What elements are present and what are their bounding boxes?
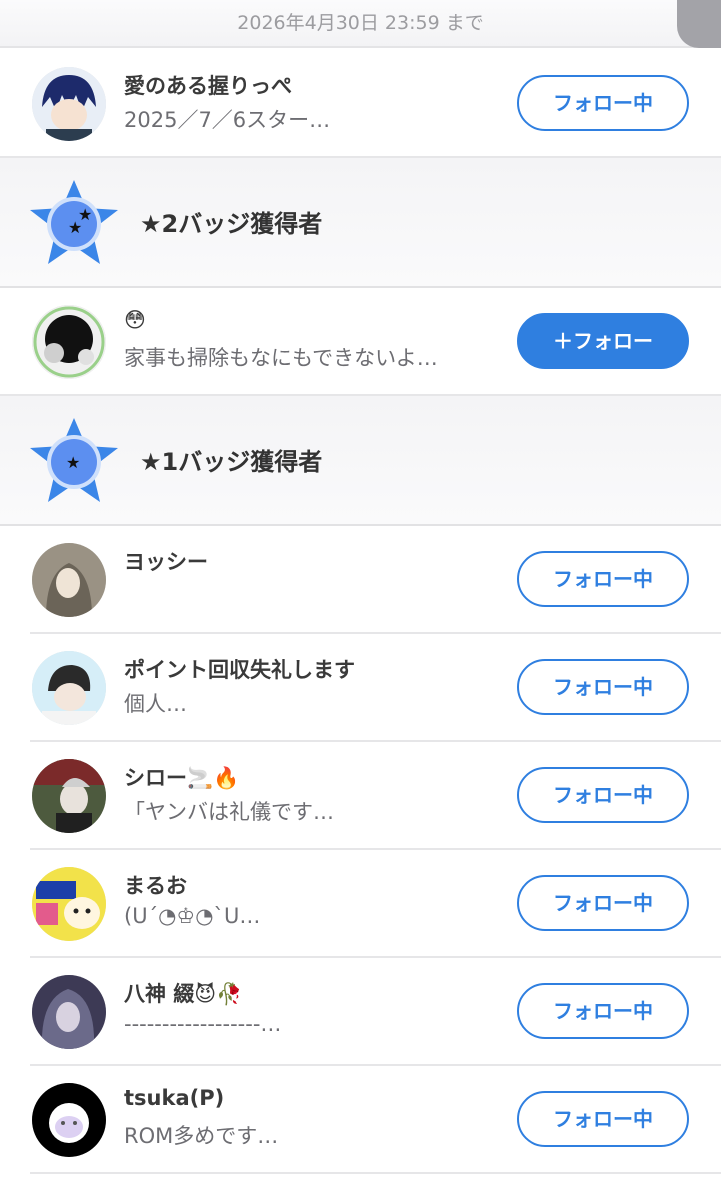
follow-button[interactable]: ＋フォロー xyxy=(517,313,689,369)
user-name[interactable]: まるお xyxy=(124,870,187,900)
section-title: ★1バッジ獲得者 xyxy=(140,448,323,476)
svg-text:★: ★ xyxy=(66,453,80,472)
badge-section-2: ★ ★ ★2バッジ獲得者 xyxy=(0,158,721,288)
list-item[interactable]: tsuka(P) ROM多めです… フォロー中 xyxy=(0,1066,721,1174)
list-item[interactable]: ヨッシー フォロー中 xyxy=(0,526,721,634)
list-item[interactable]: 愛のある握りっぺ 2025／7／6スター… フォロー中 xyxy=(0,50,721,158)
user-name[interactable]: 😳 xyxy=(124,308,146,332)
following-button[interactable]: フォロー中 xyxy=(517,875,689,931)
svg-text:★: ★ xyxy=(78,205,92,224)
user-name[interactable]: 八神 綴😈🥀 xyxy=(124,978,242,1008)
badge-star-icon: ★ xyxy=(30,418,118,502)
user-bio: ‐‐‐‐‐‐‐‐‐‐‐‐‐‐‐‐‐‐… xyxy=(124,1012,282,1036)
list-item[interactable]: 八神 綴😈🥀 ‐‐‐‐‐‐‐‐‐‐‐‐‐‐‐‐‐‐… フォロー中 xyxy=(0,958,721,1066)
avatar[interactable] xyxy=(32,67,106,141)
following-button[interactable]: フォロー中 xyxy=(517,983,689,1039)
following-button[interactable]: フォロー中 xyxy=(517,1091,689,1147)
following-button[interactable]: フォロー中 xyxy=(517,767,689,823)
following-button[interactable]: フォロー中 xyxy=(517,551,689,607)
avatar[interactable] xyxy=(32,1083,106,1157)
corner-tab[interactable] xyxy=(677,0,721,48)
badge-star-icon: ★ ★ xyxy=(30,180,118,264)
top-bar: 2026年4月30日 23:59 まで xyxy=(0,0,721,48)
user-name[interactable]: ヨッシー xyxy=(124,546,208,576)
badge-section-1: ★ ★1バッジ獲得者 xyxy=(0,396,721,526)
user-name[interactable]: ポイント回収失礼します xyxy=(124,654,355,684)
section-title: ★2バッジ獲得者 xyxy=(140,210,323,238)
avatar[interactable] xyxy=(32,651,106,725)
deadline-text: 2026年4月30日 23:59 まで xyxy=(237,12,484,34)
avatar[interactable] xyxy=(32,867,106,941)
following-button[interactable]: フォロー中 xyxy=(517,659,689,715)
divider xyxy=(30,1172,721,1174)
user-bio: 個人… xyxy=(124,692,187,716)
user-bio: ROM多めです… xyxy=(124,1124,279,1148)
user-name[interactable]: 愛のある握りっぺ xyxy=(124,70,292,100)
user-bio: 家事も掃除もなにもできないよ… xyxy=(124,346,438,370)
avatar[interactable] xyxy=(32,975,106,1049)
list-item[interactable]: シロー🚬🔥 「ヤンバは礼儀です… フォロー中 xyxy=(0,742,721,850)
avatar[interactable] xyxy=(32,543,106,617)
following-button[interactable]: フォロー中 xyxy=(517,75,689,131)
user-bio: (U´◔♔◔`U… xyxy=(124,904,261,928)
avatar[interactable] xyxy=(32,759,106,833)
user-bio: 2025／7／6スター… xyxy=(124,108,331,132)
list-item[interactable]: まるお (U´◔♔◔`U… フォロー中 xyxy=(0,850,721,958)
user-name[interactable]: シロー🚬🔥 xyxy=(124,762,239,792)
user-bio: 「ヤンバは礼儀です… xyxy=(124,800,334,824)
list-item[interactable]: 😳 家事も掃除もなにもできないよ… ＋フォロー xyxy=(0,288,721,396)
avatar[interactable] xyxy=(32,305,106,379)
user-name[interactable]: tsuka(P) xyxy=(124,1086,224,1110)
list-item[interactable]: ポイント回収失礼します 個人… フォロー中 xyxy=(0,634,721,742)
